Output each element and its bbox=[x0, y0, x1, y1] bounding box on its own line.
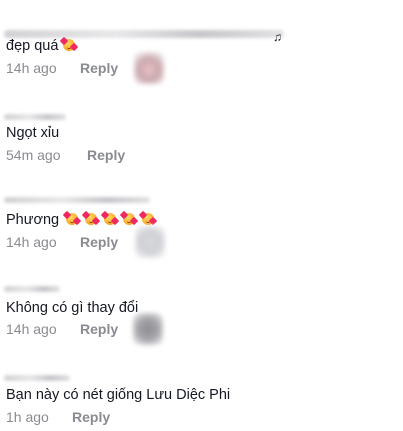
comment-text: Không có gì thay đổi bbox=[6, 300, 139, 316]
liked-by-creator-avatar bbox=[134, 52, 164, 84]
comment-text: đẹp quá bbox=[6, 36, 79, 55]
reply-button[interactable]: Reply bbox=[72, 408, 110, 426]
comment-time: 14h ago bbox=[6, 321, 57, 337]
smiling-face-with-hearts-icon bbox=[62, 210, 82, 226]
smiling-face-with-hearts-icon bbox=[81, 210, 101, 226]
smiling-face-with-hearts-icon bbox=[100, 210, 120, 226]
comment-text: Phương bbox=[6, 210, 158, 229]
reply-button[interactable]: Reply bbox=[80, 233, 118, 251]
comment-text: Ngọt xỉu bbox=[6, 125, 60, 141]
comment-time: 54m ago bbox=[6, 147, 61, 163]
username-blurred[interactable] bbox=[4, 375, 70, 381]
music-note-icon: ♫ bbox=[273, 30, 282, 44]
comment-time: 14h ago bbox=[6, 60, 57, 76]
reply-button[interactable]: Reply bbox=[87, 146, 125, 164]
comment-time: 1h ago bbox=[6, 409, 49, 425]
reply-button[interactable]: Reply bbox=[80, 320, 118, 338]
comment-text: Bạn này có nét giống Lưu Diệc Phi bbox=[6, 387, 231, 403]
liked-by-creator-avatar bbox=[133, 313, 163, 345]
smiling-face-with-hearts-icon bbox=[119, 210, 139, 226]
smiling-face-with-hearts-icon bbox=[60, 36, 79, 52]
liked-by-creator-avatar bbox=[135, 226, 165, 258]
reply-button[interactable]: Reply bbox=[80, 59, 118, 77]
comment-time: 14h ago bbox=[6, 234, 57, 250]
username-blurred[interactable] bbox=[4, 114, 66, 120]
smiling-face-with-hearts-icon bbox=[138, 210, 158, 226]
username-blurred[interactable] bbox=[4, 286, 60, 292]
username-blurred[interactable] bbox=[4, 197, 150, 203]
